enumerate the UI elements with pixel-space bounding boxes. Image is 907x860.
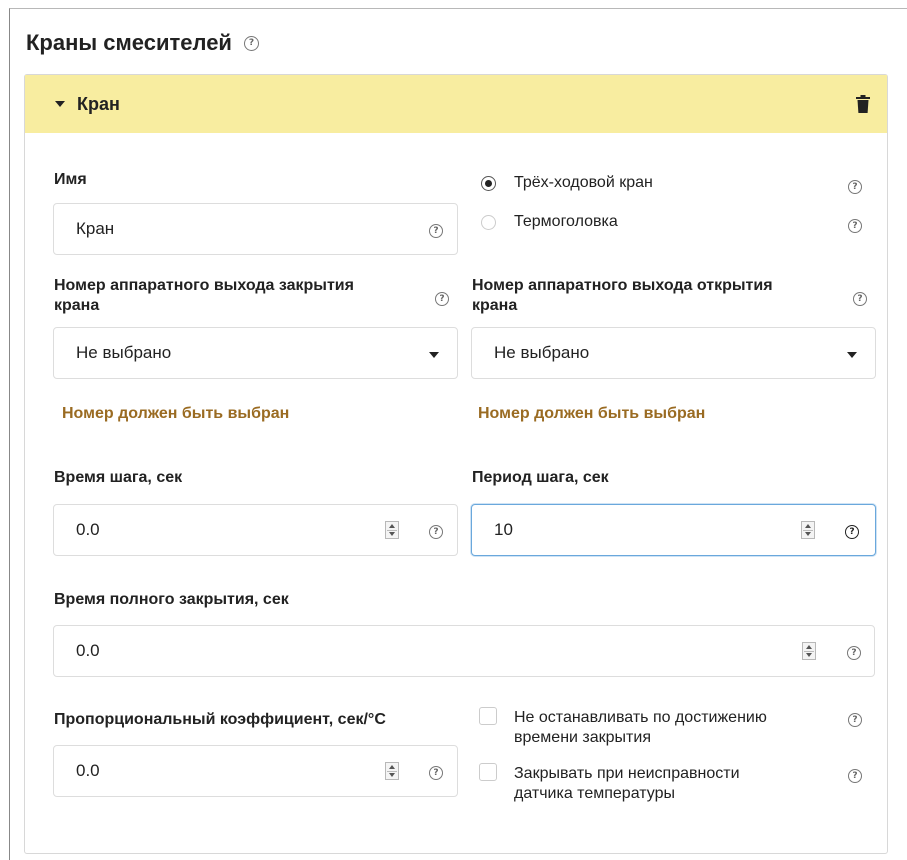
- full-close-time-input[interactable]: 0.0 ?: [53, 625, 875, 677]
- trash-icon[interactable]: [855, 95, 871, 113]
- radio-three-way[interactable]: [481, 176, 496, 191]
- step-time-value: 0.0: [76, 520, 100, 539]
- prop-coef-label: Пропорциональный коэффициент, сек/°С: [54, 711, 386, 728]
- step-time-spinner[interactable]: [385, 521, 399, 539]
- close-output-help-icon[interactable]: ?: [435, 292, 449, 306]
- radio-thermohead-label[interactable]: Термоголовка: [514, 213, 618, 231]
- prop-coef-help-icon[interactable]: ?: [429, 766, 443, 780]
- close-output-label: Номер аппаратного выхода закрытия крана: [54, 276, 354, 316]
- step-time-input[interactable]: 0.0 ?: [53, 504, 458, 556]
- no-stop-checkbox[interactable]: [479, 707, 497, 725]
- chevron-down-icon: [847, 352, 857, 358]
- name-label: Имя: [54, 171, 87, 188]
- prop-coef-input[interactable]: 0.0 ?: [53, 745, 458, 797]
- help-icon[interactable]: ?: [243, 35, 259, 51]
- step-time-label: Время шага, сек: [54, 469, 183, 486]
- open-output-label-line2: крана: [472, 297, 518, 314]
- full-close-time-label: Время полного закрытия, сек: [54, 591, 289, 608]
- close-output-error: Номер должен быть выбран: [62, 405, 290, 422]
- card-header[interactable]: Кран: [25, 75, 887, 133]
- close-output-select[interactable]: Не выбрано: [53, 327, 458, 379]
- full-close-time-value: 0.0: [76, 641, 100, 660]
- section-title-text: Краны смесителей: [26, 30, 232, 55]
- step-period-spinner[interactable]: [801, 521, 815, 539]
- no-stop-line1: Не останавливать по достижению: [514, 709, 767, 726]
- open-output-value: Не выбрано: [494, 343, 590, 362]
- full-close-time-help-icon[interactable]: ?: [847, 646, 861, 660]
- radio-three-way-label[interactable]: Трёх-ходовой кран: [514, 174, 653, 192]
- step-period-input[interactable]: 10 ?: [471, 504, 876, 556]
- step-period-label: Период шага, сек: [472, 469, 609, 486]
- close-on-fault-help-icon[interactable]: ?: [848, 769, 862, 783]
- open-output-select[interactable]: Не выбрано: [471, 327, 876, 379]
- no-stop-line2: времени закрытия: [514, 729, 651, 746]
- full-close-time-spinner[interactable]: [802, 642, 816, 660]
- name-value: Кран: [76, 219, 115, 238]
- close-output-value: Не выбрано: [76, 343, 172, 362]
- close-on-fault-line1: Закрывать при неисправности: [514, 765, 740, 782]
- open-output-label: Номер аппаратного выхода открытия крана: [472, 276, 773, 316]
- name-input[interactable]: Кран ?: [53, 203, 458, 255]
- open-output-help-icon[interactable]: ?: [853, 292, 867, 306]
- step-period-help-icon[interactable]: ?: [845, 525, 859, 539]
- name-help-icon[interactable]: ?: [429, 224, 443, 238]
- open-output-error: Номер должен быть выбран: [478, 405, 706, 422]
- collapse-caret-icon[interactable]: [55, 101, 65, 107]
- section-title: Краны смесителей ?: [26, 30, 259, 56]
- thermohead-help-icon[interactable]: ?: [848, 219, 862, 233]
- radio-thermohead[interactable]: [481, 215, 496, 230]
- three-way-help-icon[interactable]: ?: [848, 180, 862, 194]
- card-title: Кран: [77, 93, 120, 114]
- close-on-fault-line2: датчика температуры: [514, 785, 675, 802]
- step-time-help-icon[interactable]: ?: [429, 525, 443, 539]
- chevron-down-icon: [429, 352, 439, 358]
- close-output-label-line2: крана: [54, 297, 100, 314]
- no-stop-checkbox-label[interactable]: Не останавливать по достижению времени з…: [514, 708, 767, 748]
- close-on-fault-checkbox[interactable]: [479, 763, 497, 781]
- close-on-fault-checkbox-label[interactable]: Закрывать при неисправности датчика темп…: [514, 764, 740, 804]
- close-output-label-line1: Номер аппаратного выхода закрытия: [54, 277, 354, 294]
- prop-coef-value: 0.0: [76, 761, 100, 780]
- open-output-label-line1: Номер аппаратного выхода открытия: [472, 277, 773, 294]
- prop-coef-spinner[interactable]: [385, 762, 399, 780]
- no-stop-help-icon[interactable]: ?: [848, 713, 862, 727]
- step-period-value: 10: [494, 520, 513, 539]
